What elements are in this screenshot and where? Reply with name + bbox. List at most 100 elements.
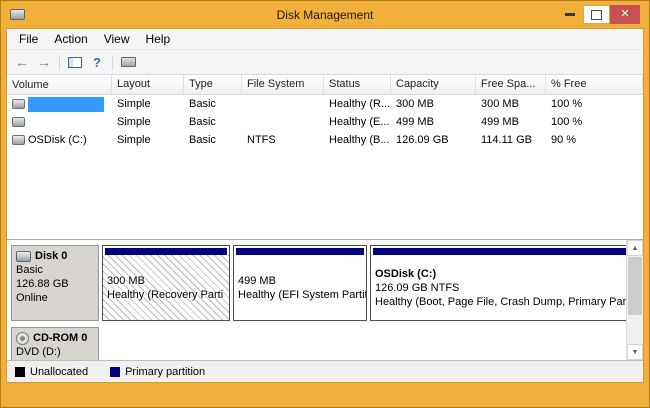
cell-pct-free: 100 %: [546, 116, 643, 128]
partition-size: 126.09 GB NTFS: [375, 281, 632, 295]
legend-bar: Unallocated Primary partition: [7, 360, 643, 382]
disk0-partitions: 300 MB Healthy (Recovery Parti 499 MB He…: [102, 245, 637, 321]
column-header-volume[interactable]: Volume: [7, 75, 112, 94]
volume-row-osdisk[interactable]: OSDisk (C:) Simple Basic NTFS Healthy (B…: [7, 131, 643, 149]
primary-partition-band: [236, 248, 364, 255]
partition-osdisk[interactable]: OSDisk (C:) 126.09 GB NTFS Healthy (Boot…: [370, 245, 637, 321]
column-header-free-space[interactable]: Free Spa...: [476, 75, 546, 94]
cell-status: Healthy (E...: [324, 116, 391, 128]
volume-row-recovery[interactable]: Simple Basic Healthy (R... 300 MB 300 MB…: [7, 95, 643, 113]
disk0-size: 126.88 GB: [16, 277, 94, 291]
toolbar-separator: [59, 55, 60, 70]
legend-label: Unallocated: [30, 366, 88, 378]
back-icon[interactable]: ←: [11, 52, 33, 72]
disk0-type: Basic: [16, 263, 94, 277]
cell-type: Basic: [184, 134, 242, 146]
primary-partition-swatch-icon: [110, 367, 120, 377]
volume-icon: [12, 135, 25, 145]
menu-view[interactable]: View: [96, 30, 138, 48]
cdrom0-label[interactable]: CD-ROM 0 DVD (D:): [11, 327, 99, 360]
primary-partition-band: [373, 248, 634, 255]
volume-name: OSDisk (C:): [28, 134, 87, 146]
forward-icon[interactable]: →: [33, 52, 55, 72]
toolbar: ← → ?: [7, 50, 643, 75]
help-icon[interactable]: ?: [86, 52, 108, 72]
close-icon: ✕: [620, 9, 629, 20]
partition-efi[interactable]: 499 MB Healthy (EFI System Partit: [233, 245, 367, 321]
cell-pct-free: 90 %: [546, 134, 643, 146]
cell-status: Healthy (B...: [324, 134, 391, 146]
cell-layout: Simple: [112, 134, 184, 146]
scrollbar-thumb[interactable]: [628, 257, 642, 315]
legend-unallocated: Unallocated: [15, 366, 88, 378]
column-header-status[interactable]: Status: [324, 75, 391, 94]
cell-free-space: 114.11 GB: [476, 134, 546, 146]
titlebar[interactable]: Disk Management ✕: [1, 1, 649, 28]
partition-size: 499 MB: [238, 274, 362, 288]
cell-capacity: 300 MB: [391, 98, 476, 110]
cell-capacity: 126.09 GB: [391, 134, 476, 146]
column-header-file-system[interactable]: File System: [242, 75, 324, 94]
column-header-layout[interactable]: Layout: [112, 75, 184, 94]
console-tree-icon[interactable]: [64, 52, 86, 72]
window-controls: ✕: [556, 5, 640, 24]
menu-help[interactable]: Help: [138, 30, 179, 48]
partition-status: Healthy (Boot, Page File, Crash Dump, Pr…: [375, 295, 632, 309]
menu-bar: File Action View Help: [7, 29, 643, 50]
selection-highlight: [28, 97, 104, 112]
volume-list-pane: Volume Layout Type File System Status Ca…: [7, 75, 643, 239]
cdrom0-type: DVD (D:): [16, 345, 94, 359]
minimize-icon: [565, 13, 575, 16]
scroll-down-icon[interactable]: ▼: [627, 344, 643, 360]
disk-properties-icon[interactable]: [117, 52, 139, 72]
disk0-name: Disk 0: [35, 249, 67, 263]
scroll-up-icon[interactable]: ▲: [627, 240, 643, 256]
column-header-pct-free[interactable]: % Free: [546, 75, 643, 94]
cell-free-space: 499 MB: [476, 116, 546, 128]
cell-status: Healthy (R...: [324, 98, 391, 110]
cdrom0-row: CD-ROM 0 DVD (D:): [11, 327, 622, 360]
volume-icon: [12, 99, 25, 109]
cell-layout: Simple: [112, 116, 184, 128]
volume-row-efi[interactable]: Simple Basic Healthy (E... 499 MB 499 MB…: [7, 113, 643, 131]
primary-partition-band: [105, 248, 227, 255]
partition-recovery[interactable]: 300 MB Healthy (Recovery Parti: [102, 245, 230, 321]
maximize-button[interactable]: [583, 5, 610, 24]
menu-action[interactable]: Action: [46, 30, 95, 48]
unallocated-swatch-icon: [15, 367, 25, 377]
window-body: File Action View Help ← → ? Volume Layou…: [6, 28, 644, 383]
graphical-view-pane: Disk 0 Basic 126.88 GB Online 300 MB Hea…: [7, 239, 643, 360]
window-title: Disk Management: [1, 8, 649, 22]
partition-name: OSDisk (C:): [375, 267, 632, 281]
disk0-row: Disk 0 Basic 126.88 GB Online 300 MB Hea…: [11, 245, 622, 321]
close-button[interactable]: ✕: [610, 5, 640, 24]
disk0-status: Online: [16, 291, 94, 305]
column-header-capacity[interactable]: Capacity: [391, 75, 476, 94]
cell-type: Basic: [184, 116, 242, 128]
partition-status: Healthy (Recovery Parti: [107, 288, 225, 302]
toolbar-separator: [112, 55, 113, 70]
partition-status: Healthy (EFI System Partit: [238, 288, 362, 302]
cell-file-system: NTFS: [242, 134, 324, 146]
cell-pct-free: 100 %: [546, 98, 643, 110]
cd-rom-icon: [16, 332, 29, 345]
column-header-type[interactable]: Type: [184, 75, 242, 94]
legend-primary-partition: Primary partition: [110, 366, 205, 378]
cell-type: Basic: [184, 98, 242, 110]
vertical-scrollbar[interactable]: ▲ ▼: [626, 240, 643, 360]
disk-glyph: [121, 57, 136, 67]
cell-layout: Simple: [112, 98, 184, 110]
disk-management-app-icon: [10, 9, 25, 20]
disk-management-window: Disk Management ✕ File Action View Help …: [0, 0, 650, 408]
cell-free-space: 300 MB: [476, 98, 546, 110]
volume-icon: [12, 117, 25, 127]
minimize-button[interactable]: [556, 5, 583, 24]
partition-size: 300 MB: [107, 274, 225, 288]
menu-file[interactable]: File: [11, 30, 46, 48]
volume-table-header: Volume Layout Type File System Status Ca…: [7, 75, 643, 95]
legend-label: Primary partition: [125, 366, 205, 378]
console-window-glyph: [68, 57, 82, 68]
disk0-label[interactable]: Disk 0 Basic 126.88 GB Online: [11, 245, 99, 321]
cdrom0-name: CD-ROM 0: [33, 331, 87, 345]
hard-drive-icon: [16, 251, 31, 262]
